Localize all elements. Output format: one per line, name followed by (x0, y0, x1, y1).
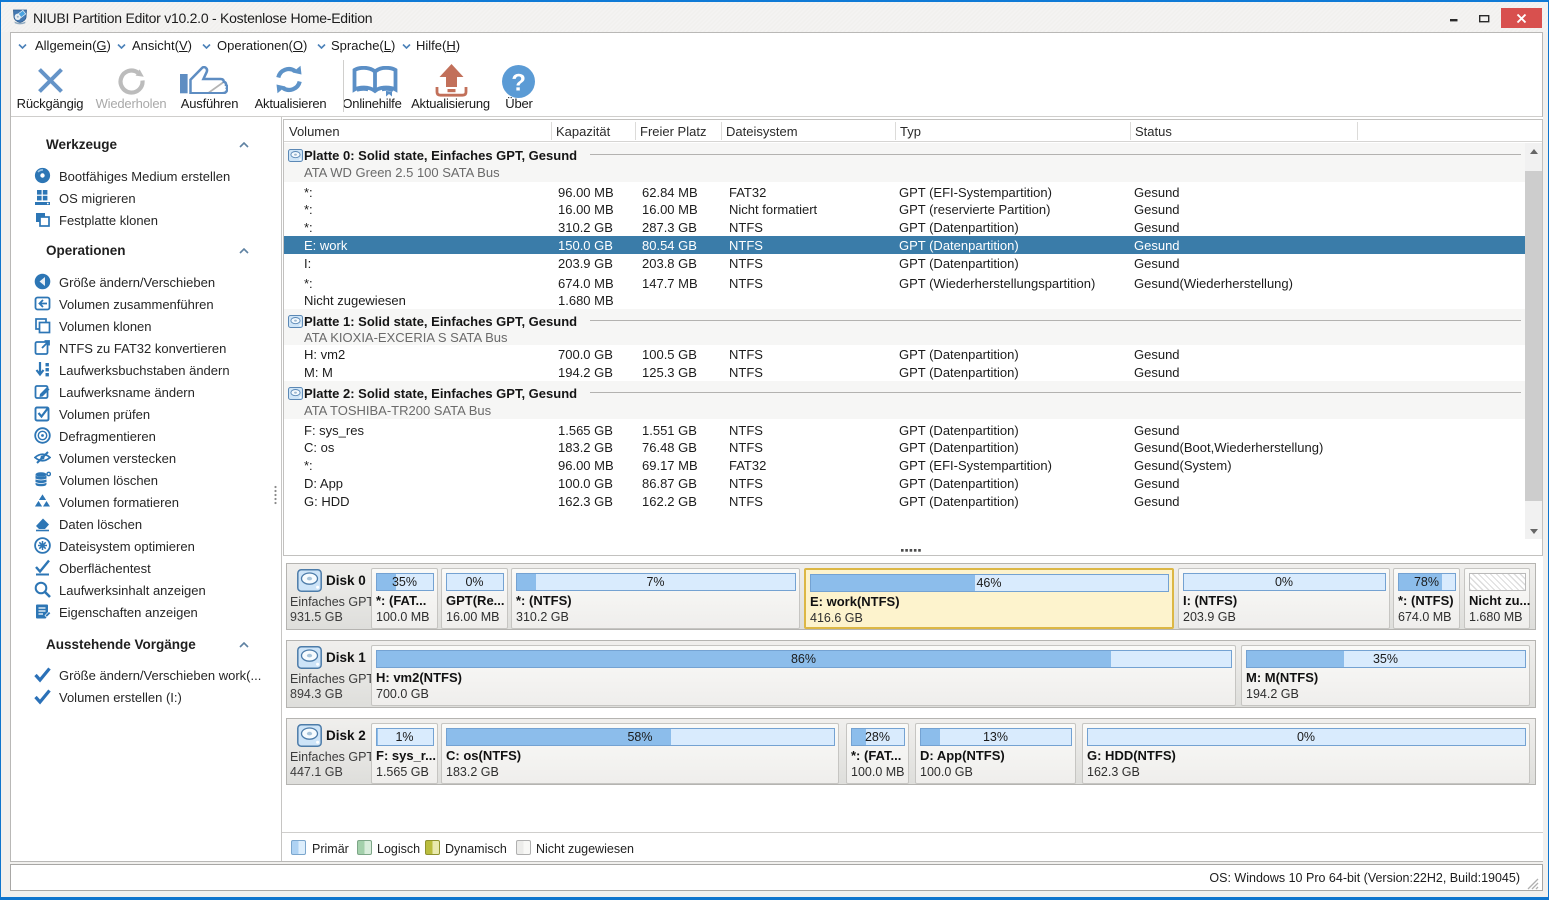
svg-text:?: ? (511, 70, 525, 97)
